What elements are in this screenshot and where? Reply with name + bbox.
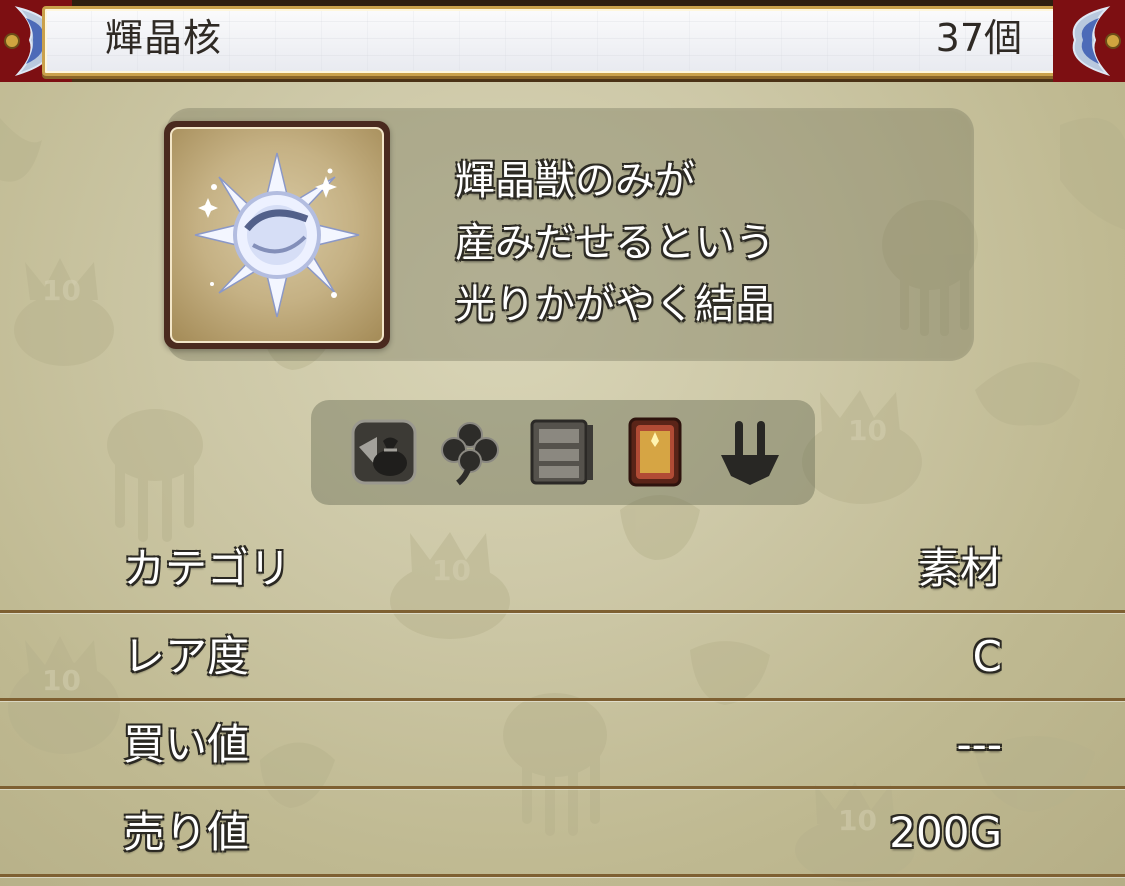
item-description: 輝晶獣のみが 産みだせるという 光りかがやく結晶 bbox=[455, 150, 875, 336]
item-property-icons bbox=[311, 400, 815, 505]
item-detail-screen: 10 10 10 10 10 輝晶核 37個 輝晶獣のみが 産みだせるという 光… bbox=[0, 0, 1125, 886]
stat-value-buy-price: --- bbox=[956, 720, 1002, 769]
crystal-core-icon bbox=[194, 152, 360, 318]
item-count: 37個 bbox=[935, 16, 1022, 60]
stat-row-sell-price: 売り値 200G bbox=[0, 789, 1125, 877]
stat-label-buy-price: 買い値 bbox=[123, 720, 250, 769]
stat-label-rarity: レア度 bbox=[123, 632, 250, 681]
svg-text:10: 10 bbox=[848, 414, 887, 447]
trade-bag-icon[interactable] bbox=[345, 413, 423, 491]
svg-text:10: 10 bbox=[42, 274, 81, 307]
divider bbox=[0, 874, 1125, 877]
description-line-3: 光りかがやく結晶 bbox=[455, 282, 775, 328]
item-header: 輝晶核 37個 bbox=[0, 0, 1125, 82]
stat-value-rarity: C bbox=[972, 632, 1002, 681]
stat-value-sell-price: 200G bbox=[889, 808, 1002, 857]
ornament-right bbox=[1053, 0, 1125, 82]
clover-icon[interactable] bbox=[431, 413, 509, 491]
stat-value-category: 素材 bbox=[917, 544, 1002, 593]
stat-row-buy-price: 買い値 --- bbox=[0, 701, 1125, 789]
description-line-2: 産みだせるという bbox=[455, 220, 775, 266]
stat-label-sell-price: 売り値 bbox=[123, 808, 250, 857]
stat-row-category: カテゴリ 素材 bbox=[0, 525, 1125, 613]
stat-label-category: カテゴリ bbox=[123, 544, 292, 593]
item-icon-frame bbox=[164, 121, 390, 349]
recipe-book-icon[interactable] bbox=[616, 413, 694, 491]
description-line-1: 輝晶獣のみが bbox=[455, 158, 695, 204]
forge-tool-icon[interactable] bbox=[711, 413, 789, 491]
stat-row-rarity: レア度 C bbox=[0, 613, 1125, 701]
item-name: 輝晶核 bbox=[105, 16, 223, 60]
storage-cabinet-icon[interactable] bbox=[521, 413, 599, 491]
